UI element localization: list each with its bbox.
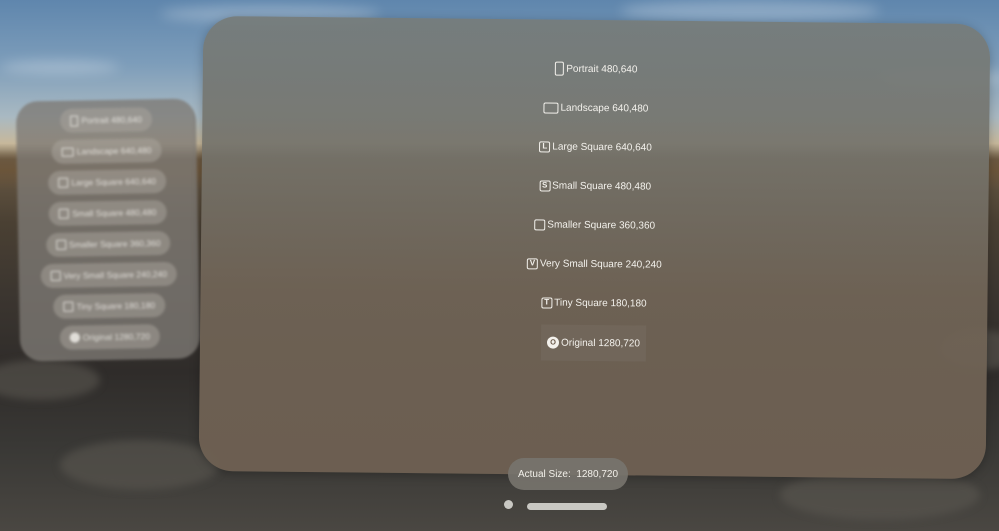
letter-v-icon: V <box>526 257 539 269</box>
menu-item-landscape[interactable]: Landscape 640,480 <box>537 90 654 125</box>
background-menu-item: Portrait 480,640 <box>60 107 153 133</box>
background-menu-item-label: Original 1280,720 <box>82 331 150 343</box>
cloud <box>620 0 880 22</box>
menu-item-original[interactable]: O Original 1280,720 <box>540 324 647 362</box>
main-window: Portrait 480,640 Landscape 640,480 L Lar… <box>198 15 991 480</box>
background-menu-item: Very Small Square 240,240 <box>40 261 178 289</box>
actual-size-label: Actual Size: 1280,720 <box>517 468 619 480</box>
menu-item-tiny-square[interactable]: T Tiny Square 180,180 <box>535 285 653 320</box>
letter-v-icon <box>50 270 61 282</box>
portrait-icon <box>70 115 79 127</box>
letter-l-icon <box>58 177 69 188</box>
letter-s-icon <box>59 208 70 219</box>
resolution-menu: Portrait 480,640 Landscape 640,480 L Lar… <box>200 48 990 370</box>
landscape-icon <box>61 147 74 157</box>
landscape-icon <box>543 101 559 114</box>
background-menu-item-label: Tiny Square 180,180 <box>76 300 156 312</box>
cloud <box>0 60 120 74</box>
square-icon <box>534 218 546 230</box>
letter-o-circle-icon <box>69 332 80 343</box>
background-menu-item-label: Large Square 640,640 <box>71 176 157 188</box>
window-grab-bar[interactable] <box>527 503 607 510</box>
background-menu-item-label: Portrait 480,640 <box>81 114 142 126</box>
background-menu-item: Smaller Square 360,360 <box>45 230 171 258</box>
letter-t-icon <box>63 301 74 312</box>
menu-item-very-small-square[interactable]: V Very Small Square 240,240 <box>521 246 668 282</box>
background-menu-item-label: Very Small Square 240,240 <box>63 268 168 281</box>
menu-item-label: Landscape 640,480 <box>560 102 649 115</box>
menu-item-label: Portrait 480,640 <box>566 63 638 75</box>
background-menu-item-label: Landscape 640,480 <box>76 145 152 157</box>
actual-size-pill: Actual Size: 1280,720 <box>508 458 628 490</box>
background-menu-item: Small Square 480,480 <box>48 199 167 227</box>
background-menu-item-label: Small Square 480,480 <box>72 207 157 219</box>
window-close-dot[interactable] <box>504 500 513 509</box>
menu-item-portrait[interactable]: Portrait 480,640 <box>549 52 644 87</box>
letter-s-icon: S <box>539 179 551 192</box>
portrait-icon <box>555 61 565 76</box>
menu-item-small-square[interactable]: S Small Square 480,480 <box>533 168 657 203</box>
background-menu-item: Tiny Square 180,180 <box>53 293 166 319</box>
menu-item-label: Original 1280,720 <box>560 337 641 349</box>
menu-item-label: Large Square 640,640 <box>552 141 652 154</box>
menu-item-label: Very Small Square 240,240 <box>539 257 662 271</box>
rock <box>0 360 100 400</box>
background-menu-item-label: Smaller Square 360,360 <box>68 238 161 250</box>
letter-o-circle-icon: O <box>546 336 560 349</box>
square-icon <box>55 239 66 250</box>
background-menu-item: Landscape 640,480 <box>51 138 162 164</box>
background-menu-item: Large Square 640,640 <box>48 168 167 196</box>
background-menu-item: Original 1280,720 <box>59 324 161 350</box>
rock <box>60 440 220 490</box>
menu-item-label: Smaller Square 360,360 <box>547 219 656 232</box>
menu-item-large-square[interactable]: L Large Square 640,640 <box>533 129 658 164</box>
menu-item-smaller-square[interactable]: Smaller Square 360,360 <box>528 207 661 242</box>
letter-t-icon: T <box>541 296 553 309</box>
background-window: Portrait 480,640 Landscape 640,480 Large… <box>15 98 201 362</box>
background-menu-list: Portrait 480,640 Landscape 640,480 Large… <box>16 106 200 357</box>
menu-item-label: Small Square 480,480 <box>552 180 652 193</box>
visionos-scene: Portrait 480,640 Landscape 640,480 Large… <box>0 0 999 531</box>
menu-item-label: Tiny Square 180,180 <box>554 297 647 310</box>
letter-l-icon: L <box>539 140 551 153</box>
